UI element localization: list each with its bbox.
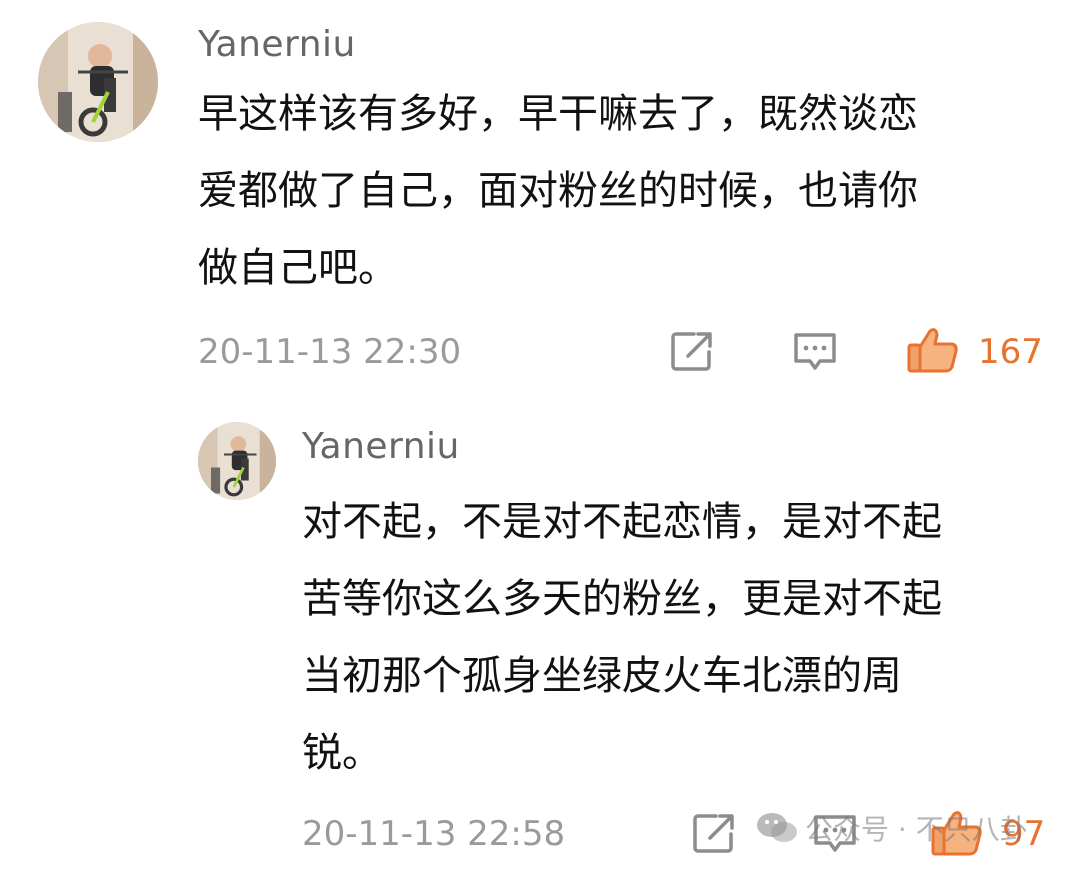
comment-line: 做自己吧。 xyxy=(198,245,398,291)
comment-line: 苦等你这么多天的粉丝，更是对不起 xyxy=(302,576,942,622)
share-icon[interactable] xyxy=(692,812,738,854)
avatar-photo xyxy=(38,22,158,142)
like-count: 167 xyxy=(978,332,1043,372)
reply-icon[interactable] xyxy=(792,330,838,374)
thumbs-up-icon[interactable] xyxy=(906,325,960,375)
username[interactable]: Yanerniu xyxy=(198,24,356,65)
timestamp: 20-11-13 22:30 xyxy=(198,332,462,372)
comment-text: 早这样该有多好，早干嘛去了，既然谈恋 爱都做了自己，面对粉丝的时候，也请你 做自… xyxy=(198,76,918,307)
watermark: 公众号 · 不只八卦 xyxy=(755,806,1028,850)
avatar-photo xyxy=(198,422,276,500)
comment-line: 对不起，不是对不起恋情，是对不起 xyxy=(302,499,942,545)
comment-line: 早这样该有多好，早干嘛去了，既然谈恋 xyxy=(198,91,918,137)
wechat-icon xyxy=(755,810,799,846)
avatar[interactable] xyxy=(38,22,158,142)
avatar[interactable] xyxy=(198,422,276,500)
comment-text: 对不起，不是对不起恋情，是对不起 苦等你这么多天的粉丝，更是对不起 当初那个孤身… xyxy=(302,484,942,792)
comment-line: 当初那个孤身坐绿皮火车北漂的周 xyxy=(302,653,902,699)
timestamp: 20-11-13 22:58 xyxy=(302,814,566,854)
username[interactable]: Yanerniu xyxy=(302,426,460,467)
watermark-text: 公众号 · 不只八卦 xyxy=(805,813,1028,846)
comment-line: 爱都做了自己，面对粉丝的时候，也请你 xyxy=(198,168,918,214)
share-icon[interactable] xyxy=(670,330,716,372)
comment-line: 锐。 xyxy=(302,730,382,776)
